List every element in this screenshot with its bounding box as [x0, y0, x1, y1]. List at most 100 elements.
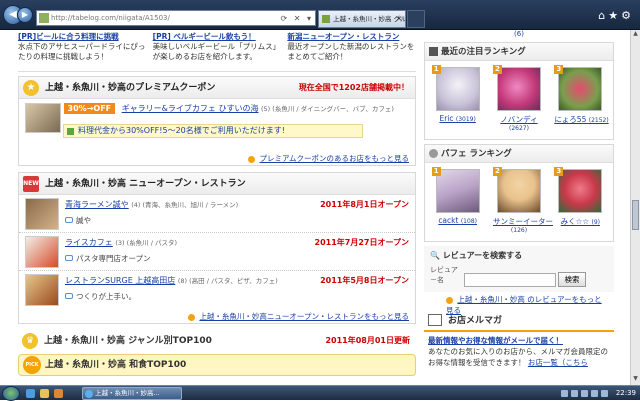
rank-number: 3 [554, 167, 564, 176]
language-icon[interactable] [590, 389, 598, 397]
new-open-heading: 上越・糸魚川・妙高 ニューオープン・レストラン [45, 179, 246, 189]
shop-meta: (4) (青海、糸魚川、旭川 / ラーメン) [131, 201, 239, 209]
mail-lead[interactable]: 最新情報やお得な情報がメールで届く！ [428, 335, 610, 346]
shop-name[interactable]: ライスカフェ [65, 238, 113, 247]
reviewer-name-text[interactable]: Eric [439, 114, 453, 123]
shop-photo[interactable] [25, 236, 59, 268]
new-open-more-text[interactable]: 上越・糸魚川・妙高ニューオープン・レストランをもっと見る [199, 312, 409, 321]
coupon-more-link[interactable]: プレミアムクーポンのあるお店をもっと見る [19, 151, 415, 165]
reviewer-name-text[interactable]: みく☆☆ [561, 217, 589, 226]
start-button[interactable] [2, 386, 20, 401]
open-date: 2011年7月27日オープン [314, 238, 409, 247]
shop-name[interactable]: レストランSURGE 上越高田店 [65, 276, 175, 285]
rank-number: 2 [492, 167, 502, 176]
reviewer-name-text[interactable]: サンミーイーター [493, 217, 553, 226]
media-quicklaunch-icon[interactable] [54, 389, 63, 398]
scroll-up-icon[interactable]: ▲ [631, 30, 640, 40]
reviewer-name[interactable]: Eric (3019) [432, 114, 484, 123]
genre-bar-text[interactable]: 上越・糸魚川・妙高 和食TOP100 [45, 360, 186, 370]
ranking-item[interactable]: 2 ノバンディ (2627) [492, 65, 545, 139]
security-icon[interactable] [580, 389, 588, 397]
parfait-box: パフェ ランキング 1 cackt (108) 2 サンミーイーター (126)… [424, 144, 614, 242]
reviewer-avatar[interactable] [496, 67, 541, 111]
reviewer-avatar[interactable] [558, 169, 603, 213]
parfait-icon [429, 149, 438, 158]
ranking-item[interactable]: 1 Eric (3019) [431, 65, 484, 139]
pr-item[interactable]: 新潟ニューオープン・レストラン 最近オープンした新潟のレストランをまとめてご紹介… [287, 30, 416, 71]
coupon-offer-text[interactable]: 料理代金から30%OFF!5〜20名様でご利用いただけます! [78, 126, 285, 135]
new-open-more-link[interactable]: 上越・糸魚川・妙高ニューオープン・レストランをもっと見る [19, 309, 415, 323]
reviewer-avatar[interactable] [496, 169, 541, 213]
reviewer-name-text[interactable]: ノバンディ [500, 115, 537, 124]
list-item: ライスカフェ (3) (糸魚川 / パスタ) 2011年7月27日オープン パス… [19, 233, 415, 271]
reviewer-avatar[interactable] [435, 169, 480, 213]
reviewer-name[interactable]: ノバンディ [493, 114, 545, 125]
coupon-more-text[interactable]: プレミアムクーポンのあるお店をもっと見る [260, 154, 409, 163]
ranking-item[interactable]: 3 みく☆☆ (9) [554, 167, 606, 241]
coupon-shop-name[interactable]: ギャラリー&ライブカフェ ひすいの海 [122, 104, 259, 113]
taskbar-browser-button[interactable]: 上越・糸魚川・妙高... [82, 387, 182, 400]
reviewer-avatar[interactable] [558, 67, 603, 111]
open-date: 2011年8月1日オープン [320, 200, 409, 209]
scroll-down-icon[interactable]: ▼ [631, 375, 640, 385]
address-actions[interactable]: ⟳ ✕ ▾ [280, 12, 313, 26]
power-icon[interactable] [600, 389, 608, 397]
ie-icon [85, 390, 93, 398]
reviewer-name[interactable]: みく☆☆ (9) [554, 216, 606, 227]
coupon-offer-banner[interactable]: 料理代金から30%OFF!5〜20名様でご利用いただけます! [63, 124, 363, 138]
pr-item[interactable]: [PR]ビールに合う料理に挑戦 水点下のアサヒスーパードライにぴったりの料理に挑… [18, 30, 147, 71]
scroll-thumb[interactable] [632, 200, 639, 230]
pr-row: [PR]ビールに合う料理に挑戦 水点下のアサヒスーパードライにぴったりの料理に挑… [18, 30, 416, 72]
home-icon[interactable]: ⌂ [598, 9, 608, 22]
reviewer-name-text[interactable]: cackt [438, 216, 458, 225]
reviewer-name-text[interactable]: にょろ55 [554, 115, 586, 124]
pr-body: 最近オープンした新潟のレストランをまとめてご紹介！ [287, 42, 415, 61]
reviewer-name[interactable]: サンミーイーター [493, 216, 553, 227]
reviewer-name[interactable]: cackt (108) [432, 216, 484, 225]
ie-quicklaunch-icon[interactable] [26, 389, 35, 398]
mail-link[interactable]: お店一覧（こちら [528, 358, 588, 367]
review-count: (2152) [588, 117, 609, 124]
browser-titlebar: ◀ ▶ http://tabelog.com/niigata/A1503/ ⟳ … [0, 0, 640, 30]
folder-quicklaunch-icon[interactable] [40, 389, 49, 398]
tab-close-icon[interactable]: ✕ [396, 11, 402, 27]
shop-name[interactable]: 青海ラーメン誠や [65, 200, 129, 209]
coupon-shop-photo[interactable] [25, 103, 61, 133]
ranking-item[interactable]: 2 サンミーイーター (126) [492, 167, 553, 241]
pr-title[interactable]: [PR]ビールに合う料理に挑戦 [18, 32, 147, 42]
parfait-row: 1 cackt (108) 2 サンミーイーター (126) 3 みく☆☆ (9… [425, 163, 613, 241]
gear-icon[interactable]: ⚙ [621, 9, 634, 22]
star-icon[interactable]: ★ [608, 9, 621, 22]
new-tab-button[interactable] [407, 10, 425, 28]
shop-comment: パスタ専門店オープン [65, 253, 409, 264]
reviewer-search-button[interactable]: 検索 [558, 272, 586, 287]
ranking-item[interactable]: 1 cackt (108) [431, 167, 484, 241]
genre-header: ♛ 上越・糸魚川・妙高 ジャンル別TOP100 2011年08月01日更新 [18, 330, 416, 352]
comment-text: パスタ専門店オープン [76, 254, 151, 263]
ranking-item[interactable]: 3 にょろ55 (2152) [554, 65, 609, 139]
address-bar[interactable]: http://tabelog.com/niigata/A1503/ ⟳ ✕ ▾ [36, 10, 316, 26]
vertical-scrollbar[interactable]: ▲ ▼ [630, 30, 640, 385]
pr-item[interactable]: [PR] ベルギービール飲もう！ 美味しいベルギービール「プリムス」が楽しめるお… [153, 30, 282, 71]
page-content: [PR]ビールに合う料理に挑戦 水点下のアサヒスーパードライにぴったりの料理に挑… [0, 30, 630, 385]
pr-title[interactable]: [PR] ベルギービール飲もう！ [153, 32, 282, 42]
reviewer-search-input[interactable] [464, 273, 556, 287]
pr-title[interactable]: 新潟ニューオープン・レストラン [287, 32, 416, 42]
volume-icon[interactable] [570, 389, 578, 397]
shop-photo[interactable] [25, 274, 59, 306]
reviewer-search-title-text: レビュアーを検索する [442, 251, 523, 260]
tab-favicon-icon [322, 15, 330, 23]
tab-active[interactable]: 上越・糸魚川・妙高 グル... ✕ [318, 10, 406, 28]
network-icon[interactable] [560, 389, 568, 397]
clock[interactable]: 22:39 [616, 389, 636, 397]
envelope-icon [428, 314, 442, 326]
shop-photo[interactable] [25, 198, 59, 230]
review-count: (2627) [509, 125, 529, 132]
reviewer-avatar[interactable] [435, 67, 480, 111]
reviewer-name[interactable]: にょろ55 (2152) [554, 114, 609, 125]
forward-button[interactable]: ▶ [17, 7, 33, 23]
genre-pick-bar[interactable]: PICK UP 上越・糸魚川・妙高 和食TOP100 [18, 354, 416, 385]
reviewer-more-link[interactable]: 上越・糸魚川・妙高 のレビュアーをもっと見る [424, 292, 614, 315]
reviewer-search-title: 🔍 レビュアーを検索する [430, 250, 608, 261]
pickup-icon: PICK UP [23, 356, 41, 385]
